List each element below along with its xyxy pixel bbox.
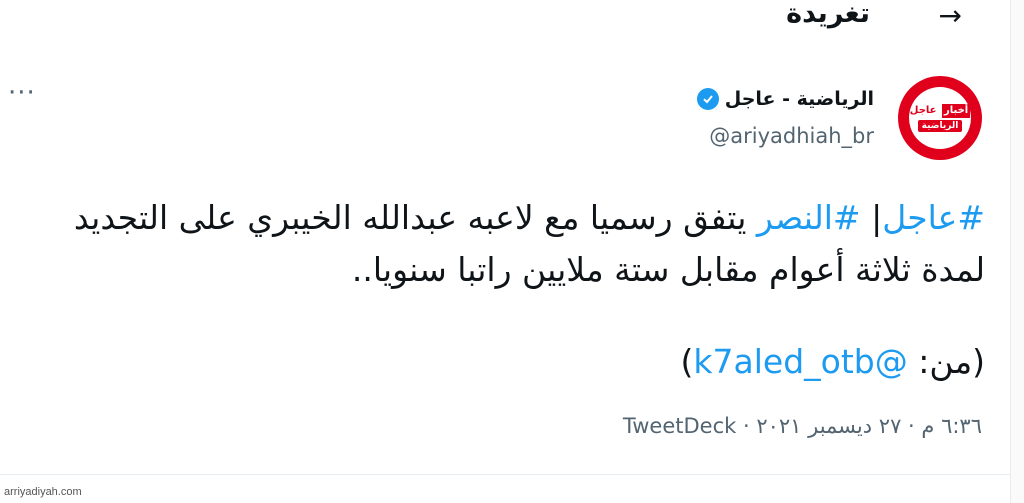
more-horizontal-icon[interactable]: ··· [8, 80, 36, 106]
hashtag-link[interactable]: #النصر [757, 198, 861, 237]
hashtag-link[interactable]: #عاجل [882, 198, 985, 237]
meta-dot: · [736, 414, 757, 438]
tweet-source-line: (من: @k7aled_otb) [640, 336, 985, 388]
avatar-logo: عاجل أخبار الرياضية [909, 87, 971, 149]
top-bar: → تغريدة [0, 0, 1010, 40]
meta-dot: · [901, 414, 922, 438]
arrow-right-icon[interactable]: → [939, 2, 962, 30]
tweet-page: → تغريدة عاجل أخبار الرياضية الرياضية - … [0, 0, 1024, 503]
scrollbar[interactable] [1010, 0, 1024, 503]
tweet-text: #عاجل| #النصر يتفق رسميا مع لاعبه عبدالل… [10, 192, 985, 296]
verified-badge-icon [696, 88, 719, 110]
watermark: arriyadiyah.com [4, 486, 82, 498]
author-name-row[interactable]: الرياضية - عاجل [696, 88, 874, 110]
avatar-logo-word: عاجل [909, 105, 937, 116]
avatar-logo-top: عاجل أخبار [909, 104, 971, 118]
tweet-date[interactable]: ٢٧ ديسمبر ٢٠٢١ [756, 414, 901, 438]
avatar-logo-bottom: الرياضية [917, 120, 963, 132]
tweet-source-app[interactable]: TweetDeck [623, 414, 736, 438]
avatar[interactable]: عاجل أخبار الرياضية [898, 76, 982, 160]
mention-link[interactable]: @k7aled_otb [693, 342, 907, 381]
avatar-logo-box: أخبار [941, 104, 971, 118]
author-handle[interactable]: @ariyadhiah_br [709, 124, 874, 148]
tweet-time[interactable]: ٦:٣٦ م [921, 414, 982, 438]
source-suffix: ) [680, 342, 694, 381]
separator: | [860, 198, 883, 237]
source-prefix: (من: [907, 342, 985, 381]
author-name[interactable]: الرياضية - عاجل [725, 88, 874, 110]
tweet-meta: ٦:٣٦ م · ٢٧ ديسمبر ٢٠٢١ · TweetDeck [623, 414, 982, 438]
page-title: تغريدة [786, 0, 870, 29]
divider [0, 474, 1010, 475]
